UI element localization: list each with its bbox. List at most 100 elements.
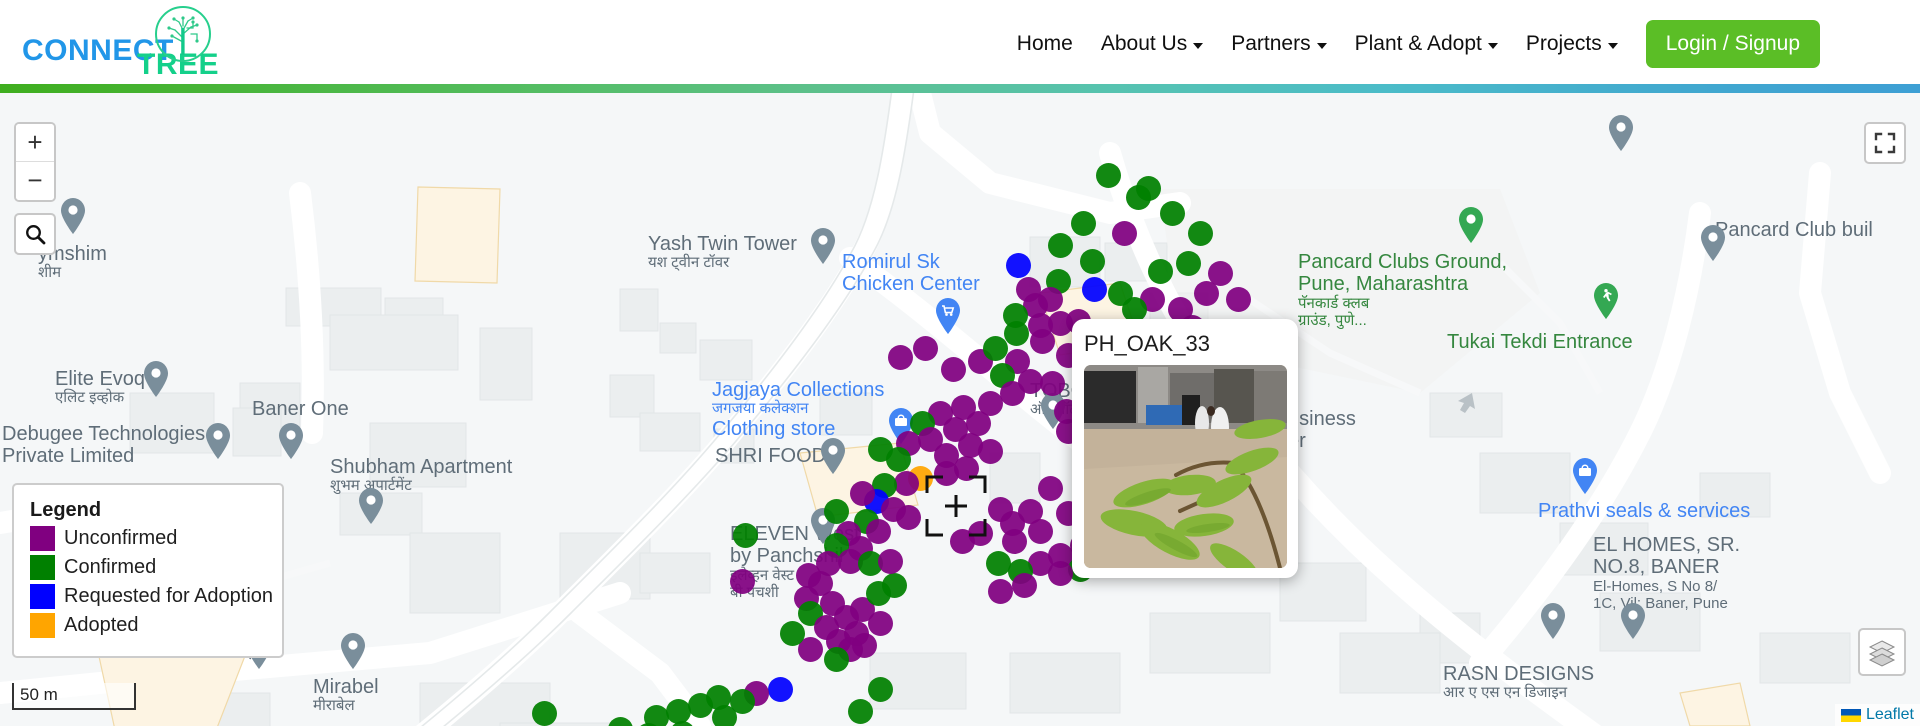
tree-marker-unconfirmed[interactable]	[1039, 370, 1065, 396]
tree-marker-confirmed[interactable]	[665, 698, 691, 724]
tree-marker-unconfirmed[interactable]	[1225, 286, 1251, 312]
legend-swatch	[30, 613, 55, 638]
tree-marker-unconfirmed[interactable]	[1001, 528, 1027, 554]
tree-marker-confirmed[interactable]	[847, 698, 873, 724]
login-signup-button[interactable]: Login / Signup	[1645, 20, 1820, 68]
legend-label: Confirmed	[64, 556, 157, 578]
tree-marker-unconfirmed[interactable]	[940, 356, 966, 382]
tree-detail-popup[interactable]: PH_OAK_33	[1072, 319, 1298, 578]
tree-marker-confirmed[interactable]	[867, 436, 893, 462]
tree-marker-unconfirmed[interactable]	[895, 504, 921, 530]
tree-marker-unconfirmed[interactable]	[977, 438, 1003, 464]
tree-marker-unconfirmed[interactable]	[849, 480, 875, 506]
fullscreen-icon	[1874, 132, 1896, 154]
tree-marker-requested[interactable]	[1081, 276, 1107, 302]
map-poi-pin[interactable]	[60, 198, 86, 234]
leaflet-map[interactable]: ymshim शीम Elite Evoq एलिट इव्होक Baner One D…	[0, 93, 1920, 726]
map-poi-pin[interactable]	[1540, 603, 1566, 639]
tree-marker-unconfirmed[interactable]	[1207, 260, 1233, 286]
tree-marker-confirmed[interactable]	[732, 522, 758, 548]
nav-item-home[interactable]: Home	[1003, 32, 1087, 56]
zoom-control[interactable]: + −	[14, 122, 56, 202]
tree-marker-confirmed[interactable]	[1070, 210, 1096, 236]
zoom-out-button[interactable]: −	[16, 162, 54, 200]
search-icon	[26, 225, 46, 245]
nav-item-about-us[interactable]: About Us	[1087, 32, 1217, 56]
tree-marker-unconfirmed[interactable]	[1029, 328, 1055, 354]
legend-label: Adopted	[64, 614, 139, 636]
popup-title: PH_OAK_33	[1084, 331, 1210, 356]
legend-item-adopted: Adopted	[30, 613, 266, 638]
nav-item-partners[interactable]: Partners	[1217, 32, 1340, 56]
tree-marker-unconfirmed[interactable]	[999, 380, 1025, 406]
tree-marker-unconfirmed[interactable]	[1111, 220, 1137, 246]
map-poi-pin[interactable]	[205, 423, 231, 459]
tree-marker-confirmed[interactable]	[1175, 250, 1201, 276]
tree-marker-unconfirmed[interactable]	[877, 548, 903, 574]
tree-marker-unconfirmed[interactable]	[795, 562, 821, 588]
brand-logo[interactable]: CONNECT TREE	[22, 6, 232, 81]
tree-marker-confirmed[interactable]	[711, 704, 737, 726]
header-gradient-divider	[0, 84, 1920, 93]
map-poi-pin[interactable]	[820, 438, 846, 474]
legend-title: Legend	[30, 499, 102, 521]
tree-marker-confirmed[interactable]	[1147, 258, 1173, 284]
tree-marker-confirmed[interactable]	[687, 692, 713, 718]
map-poi-pin[interactable]	[278, 423, 304, 459]
tree-marker-unconfirmed[interactable]	[893, 470, 919, 496]
map-poi-pin[interactable]	[1700, 225, 1726, 261]
tree-marker-confirmed[interactable]	[867, 676, 893, 702]
map-poi-pin[interactable]	[1458, 207, 1484, 243]
layers-button[interactable]	[1858, 628, 1906, 676]
tree-marker-confirmed[interactable]	[982, 335, 1008, 361]
legend-swatch	[30, 584, 55, 609]
tree-marker-confirmed[interactable]	[881, 572, 907, 598]
tree-marker-unconfirmed[interactable]	[887, 344, 913, 370]
zoom-in-button[interactable]: +	[16, 124, 54, 162]
tree-marker-requested[interactable]	[1005, 252, 1031, 278]
map-scale-bar: 50 m	[12, 683, 136, 710]
map-poi-pin[interactable]	[1608, 115, 1634, 151]
map-poi-pin[interactable]	[1572, 458, 1598, 494]
tree-marker-confirmed[interactable]	[1187, 220, 1213, 246]
map-attribution[interactable]: Leaflet	[1834, 704, 1920, 726]
tree-marker-confirmed[interactable]	[1107, 280, 1133, 306]
nav-item-projects[interactable]: Projects	[1512, 32, 1632, 56]
tree-marker-confirmed[interactable]	[985, 550, 1011, 576]
tree-marker-unconfirmed[interactable]	[987, 578, 1013, 604]
tree-marker-confirmed[interactable]	[1003, 320, 1029, 346]
map-poi-pin[interactable]	[340, 633, 366, 669]
tree-marker-confirmed[interactable]	[823, 498, 849, 524]
tree-marker-unconfirmed[interactable]	[729, 568, 755, 594]
tree-marker-confirmed[interactable]	[823, 646, 849, 672]
tree-marker-confirmed[interactable]	[1047, 232, 1073, 258]
map-search-button[interactable]	[14, 213, 56, 255]
map-poi-pin[interactable]	[810, 228, 836, 264]
tree-marker-confirmed[interactable]	[779, 620, 805, 646]
tree-marker-confirmed[interactable]	[1159, 200, 1185, 226]
tree-marker-unconfirmed[interactable]	[1027, 518, 1053, 544]
tree-marker-confirmed[interactable]	[531, 700, 557, 726]
map-poi-pin[interactable]	[358, 488, 384, 524]
fullscreen-button[interactable]	[1864, 122, 1906, 164]
map-poi-pin[interactable]	[935, 298, 961, 334]
map-poi-pin[interactable]	[1620, 603, 1646, 639]
tree-marker-unconfirmed[interactable]	[912, 335, 938, 361]
map-poi-pin[interactable]	[143, 361, 169, 397]
leaflet-link[interactable]: Leaflet	[1866, 706, 1914, 724]
tree-marker-confirmed[interactable]	[1095, 162, 1121, 188]
tree-marker-unconfirmed[interactable]	[1037, 475, 1063, 501]
tree-marker-unconfirmed[interactable]	[987, 496, 1013, 522]
nav-item-plant-and-adopt[interactable]: Plant & Adopt	[1341, 32, 1512, 56]
layers-icon	[1868, 640, 1896, 667]
tree-marker-unconfirmed[interactable]	[965, 410, 991, 436]
tree-marker-requested[interactable]	[767, 676, 793, 702]
tree-marker-confirmed[interactable]	[1079, 248, 1105, 274]
tree-marker-unconfirmed[interactable]	[1011, 572, 1037, 598]
tree-marker-confirmed[interactable]	[1125, 184, 1151, 210]
legend-label: Unconfirmed	[64, 527, 178, 549]
map-poi-pin[interactable]	[1593, 283, 1619, 319]
legend-label: Requested for Adoption	[64, 585, 274, 607]
legend-item-confirmed: Confirmed	[30, 555, 266, 580]
legend-swatch	[30, 555, 55, 580]
